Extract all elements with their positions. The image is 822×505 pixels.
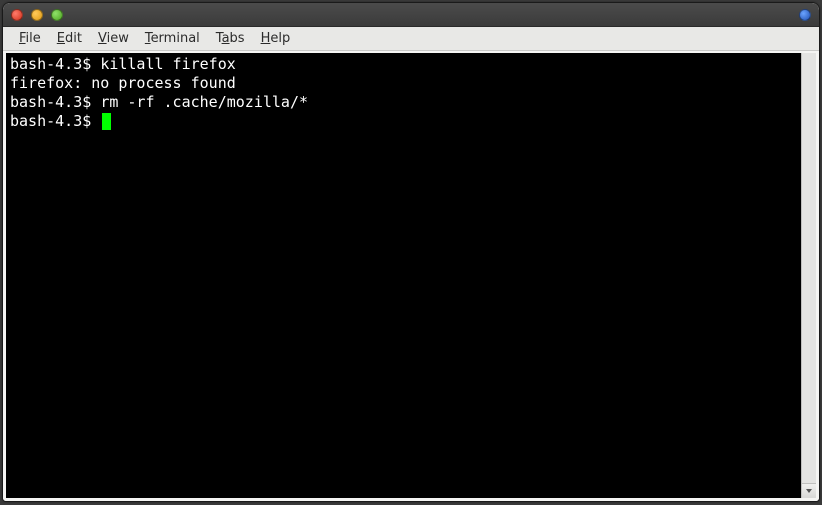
- terminal-line: firefox: no process found: [10, 74, 801, 93]
- menu-view-rest: iew: [107, 31, 129, 46]
- scrollbar-track[interactable]: [802, 53, 816, 483]
- terminal-container: bash-4.3$ killall firefoxfirefox: no pro…: [3, 51, 819, 501]
- scrollbar[interactable]: [801, 53, 816, 498]
- chevron-down-icon: [805, 487, 813, 495]
- command-text: firefox: no process found: [10, 74, 236, 92]
- prompt-text: bash-4.3$: [10, 55, 100, 73]
- menubar: File Edit View Terminal Tabs Help: [3, 27, 819, 51]
- menu-file[interactable]: File: [11, 29, 49, 48]
- menu-help[interactable]: Help: [253, 29, 299, 48]
- menu-file-rest: ile: [26, 31, 41, 46]
- scroll-down-button[interactable]: [802, 483, 816, 498]
- terminal-line: bash-4.3$ killall firefox: [10, 55, 801, 74]
- menu-tabs-rest: bs: [230, 31, 245, 46]
- close-icon[interactable]: [11, 9, 23, 21]
- maximize-icon[interactable]: [51, 9, 63, 21]
- menu-tabs[interactable]: Tabs: [208, 29, 253, 48]
- window-controls: [11, 9, 63, 21]
- menu-view[interactable]: View: [90, 29, 137, 48]
- prompt-text: bash-4.3$: [10, 93, 100, 111]
- command-text: killall firefox: [100, 55, 235, 73]
- minimize-icon[interactable]: [31, 9, 43, 21]
- menu-edit-rest: dit: [65, 31, 82, 46]
- prompt-text: bash-4.3$: [10, 112, 100, 130]
- terminal-output[interactable]: bash-4.3$ killall firefoxfirefox: no pro…: [6, 53, 801, 498]
- menu-terminal[interactable]: Terminal: [137, 29, 208, 48]
- terminal-line: bash-4.3$: [10, 112, 801, 131]
- titlebar[interactable]: [3, 3, 819, 27]
- menu-help-rest: elp: [270, 31, 290, 46]
- command-text: rm -rf .cache/mozilla/*: [100, 93, 308, 111]
- menu-edit[interactable]: Edit: [49, 29, 90, 48]
- window-menu-icon[interactable]: [799, 9, 811, 21]
- cursor: [102, 113, 111, 130]
- terminal-window: File Edit View Terminal Tabs Help bash-4…: [2, 2, 820, 502]
- menu-terminal-rest: erminal: [151, 31, 200, 46]
- terminal-line: bash-4.3$ rm -rf .cache/mozilla/*: [10, 93, 801, 112]
